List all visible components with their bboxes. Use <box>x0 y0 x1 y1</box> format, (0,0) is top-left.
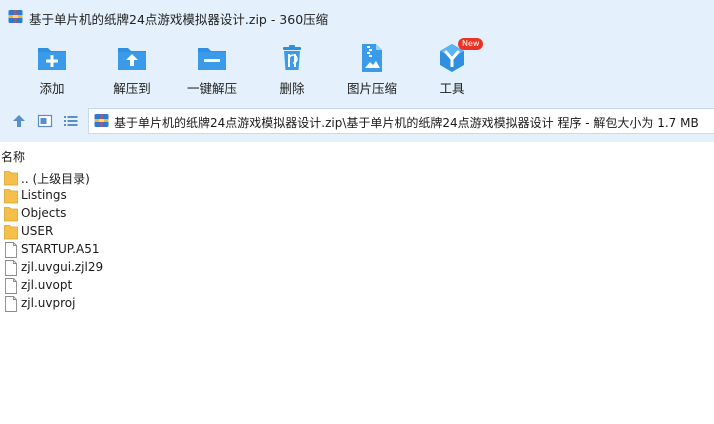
list-view-icon[interactable] <box>63 113 79 129</box>
extract-to-button[interactable]: 解压到 <box>92 38 172 98</box>
delete-button[interactable]: 删除 <box>252 38 332 98</box>
add-button-label: 添加 <box>39 81 65 96</box>
window-title: 基于单片机的纸牌24点游戏模拟器设计.zip - 360压缩 <box>29 12 329 27</box>
extract-to-button-label: 解压到 <box>113 81 151 96</box>
image-compress-button-label: 图片压缩 <box>346 81 397 96</box>
one-click-extract-button-label: 一键解压 <box>186 81 237 96</box>
app-window: 基于单片机的纸牌24点游戏模拟器设计.zip - 360压缩 添加 解压到 一键… <box>0 0 714 424</box>
folder-icon <box>4 189 18 204</box>
list-header: 名称 <box>0 146 714 166</box>
extract-to-icon <box>118 48 146 70</box>
folder-icon <box>4 207 18 222</box>
file-icon <box>5 260 17 276</box>
one-click-extract-button[interactable]: 一键解压 <box>172 38 252 98</box>
address-path: 基于单片机的纸牌24点游戏模拟器设计.zip\基于单片机的纸牌24点游戏模拟器设… <box>114 116 699 130</box>
folder-icon <box>4 225 18 240</box>
add-folder-icon <box>38 48 66 70</box>
trash-icon <box>283 45 301 70</box>
image-compress-icon <box>362 44 382 72</box>
tools-button-label: 工具 <box>439 81 465 96</box>
list-item-folder[interactable]: USER <box>0 223 714 241</box>
title-bar[interactable]: 基于单片机的纸牌24点游戏模拟器设计.zip - 360压缩 <box>0 0 714 34</box>
list-item-name: Listings <box>21 188 67 202</box>
list-item-folder[interactable]: Objects <box>0 205 714 223</box>
add-button[interactable]: 添加 <box>12 38 92 98</box>
archive-icon <box>94 114 109 127</box>
list-item-name: USER <box>21 224 54 238</box>
address-bar[interactable]: 基于单片机的纸牌24点游戏模拟器设计.zip\基于单片机的纸牌24点游戏模拟器设… <box>88 108 714 134</box>
folder-icon <box>4 171 18 186</box>
file-icon <box>5 242 17 258</box>
navigation-bar: 基于单片机的纸牌24点游戏模拟器设计.zip\基于单片机的纸牌24点游戏模拟器设… <box>0 100 714 142</box>
up-arrow-icon[interactable] <box>11 113 27 129</box>
file-icon <box>5 278 17 294</box>
thumbnail-view-icon[interactable] <box>37 113 53 129</box>
list-item-name: Objects <box>21 206 67 220</box>
list-item-parent-directory[interactable]: .. (上级目录) <box>0 169 714 187</box>
list-item-name: zjl.uvproj <box>21 296 76 310</box>
list-item-file[interactable]: zjl.uvgui.zjl29 <box>0 259 714 277</box>
list-item-name: .. (上级目录) <box>21 172 90 186</box>
archive-app-icon <box>8 10 23 23</box>
file-icon <box>5 296 17 312</box>
list-item-name: zjl.uvopt <box>21 278 73 292</box>
file-list: .. (上级目录) Listings Objects USER STARTUP.… <box>0 169 714 313</box>
new-badge: New <box>458 38 484 50</box>
list-item-file[interactable]: STARTUP.A51 <box>0 241 714 259</box>
list-item-folder[interactable]: Listings <box>0 187 714 205</box>
column-header-name[interactable]: 名称 <box>1 148 25 165</box>
image-compress-button[interactable]: 图片压缩 <box>332 38 412 98</box>
list-item-file[interactable]: zjl.uvproj <box>0 295 714 313</box>
toolbar: 添加 解压到 一键解压 删除 图片压缩 New 工具 <box>0 34 714 100</box>
one-click-extract-icon <box>198 48 226 70</box>
tools-button[interactable]: New 工具 <box>412 38 492 98</box>
list-item-file[interactable]: zjl.uvopt <box>0 277 714 295</box>
list-item-name: zjl.uvgui.zjl29 <box>21 260 104 274</box>
delete-button-label: 删除 <box>279 81 305 96</box>
list-item-name: STARTUP.A51 <box>21 242 100 256</box>
